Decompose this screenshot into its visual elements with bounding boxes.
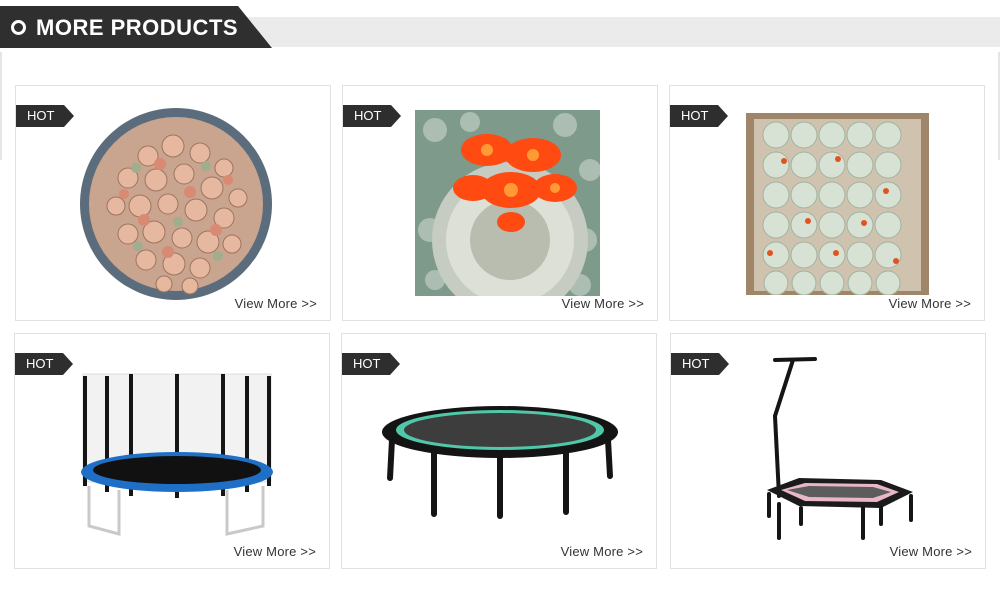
view-more-link[interactable]: View More >> (234, 544, 316, 559)
product-card[interactable]: HOT View More >> (670, 333, 986, 569)
round-bungee-trampoline-image[interactable] (380, 404, 620, 524)
hexagon-handle-trampoline-image[interactable] (759, 356, 919, 546)
view-more-link[interactable]: View More >> (890, 544, 972, 559)
product-card[interactable]: HOT View More >> (342, 85, 658, 321)
hot-badge: HOT (16, 105, 74, 127)
section-title: MORE PRODUCTS (36, 15, 239, 40)
left-divider (0, 52, 2, 160)
circle-bullet-icon (11, 20, 26, 35)
section-header: MORE PRODUCTS (0, 0, 1000, 56)
product-card[interactable]: HOT View More >> (341, 333, 657, 569)
product-card[interactable]: HOT View More >> (15, 85, 331, 321)
hot-badge: HOT (15, 353, 73, 375)
flowering-cactus-image[interactable] (415, 110, 600, 296)
hot-badge: HOT (342, 353, 400, 375)
product-card[interactable]: HOT View More >> (14, 333, 330, 569)
product-card[interactable]: HOT View More >> (669, 85, 985, 321)
view-more-link[interactable]: View More >> (561, 544, 643, 559)
hot-badge: HOT (671, 353, 729, 375)
view-more-link[interactable]: View More >> (235, 296, 317, 311)
hot-badge: HOT (343, 105, 401, 127)
boxed-cacti-image[interactable] (746, 113, 929, 295)
succulent-pot-image[interactable] (78, 106, 274, 302)
view-more-link[interactable]: View More >> (889, 296, 971, 311)
view-more-link[interactable]: View More >> (562, 296, 644, 311)
enclosed-trampoline-image[interactable] (77, 366, 277, 546)
hot-badge: HOT (670, 105, 728, 127)
